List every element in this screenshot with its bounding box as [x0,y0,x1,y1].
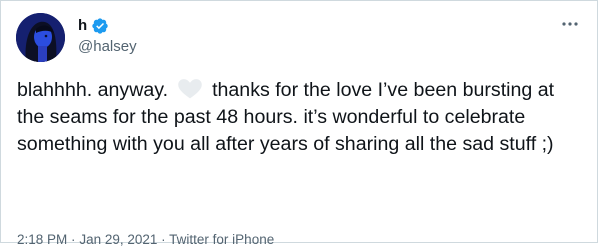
tweet-source[interactable]: Twitter for iPhone [169,232,274,247]
meta-separator-1: · [71,232,76,247]
tweet-time[interactable]: 2:18 PM [17,232,67,247]
avatar[interactable] [16,13,65,62]
verified-badge-icon [92,18,108,34]
more-options-icon[interactable] [559,15,581,33]
user-handle[interactable]: @halsey [78,38,137,56]
meta-separator-2: · [161,232,166,247]
author-name-row: h [78,17,109,35]
tweet-date[interactable]: Jan 29, 2021 [79,232,157,247]
ellipsis-icon [562,22,578,26]
timestamp-row: 2:18 PM · Jan 29, 2021 · Twitter for iPh… [17,232,274,248]
tweet-card: h @halsey blahhhh. anyway. thanks for the… [0,0,598,243]
display-name[interactable]: h [78,17,87,35]
tweet-text-part-1: blahhhh. anyway. [17,79,169,101]
white-heart-emoji-icon [178,79,202,99]
avatar-image [16,13,65,62]
tweet-text: blahhhh. anyway. thanks for the love I’ve… [17,77,583,158]
